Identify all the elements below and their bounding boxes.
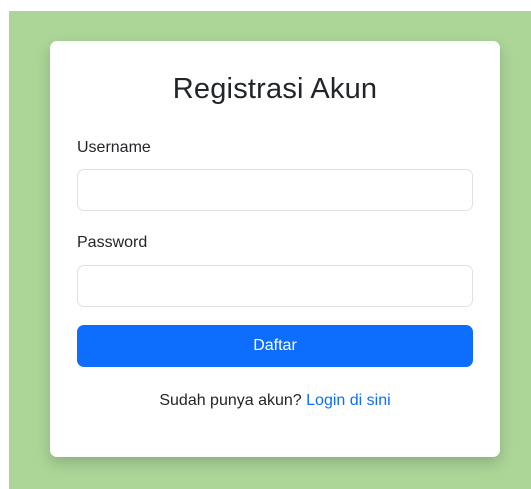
- password-input[interactable]: [77, 265, 473, 307]
- register-button[interactable]: Daftar: [77, 325, 473, 367]
- login-link[interactable]: Login di sini: [306, 392, 391, 409]
- login-prompt-text: Sudah punya akun?: [159, 392, 302, 409]
- username-label: Username: [77, 139, 151, 156]
- login-prompt: Sudah punya akun? Login di sini: [50, 392, 500, 410]
- username-input[interactable]: [77, 169, 473, 211]
- password-label: Password: [77, 234, 148, 251]
- page-title: Registrasi Akun: [172, 73, 378, 105]
- registration-card: Registrasi Akun Username Password Daftar…: [50, 41, 500, 457]
